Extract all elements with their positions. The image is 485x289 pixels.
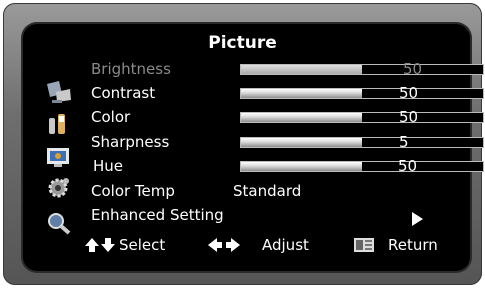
hue-label: Hue [93,157,124,175]
brightness-slider[interactable] [240,64,484,75]
gear-icon[interactable] [44,176,74,200]
color-value: 50 [399,108,419,126]
menu-key-icon [352,236,376,258]
adjust-hint: Adjust [262,236,309,254]
color-temp-value[interactable]: Standard [233,182,301,200]
return-hint: Return [388,236,438,254]
contrast-value: 50 [399,84,419,102]
contrast-slider[interactable] [240,88,484,99]
sharpness-slider[interactable] [240,137,484,148]
submenu-arrow-icon[interactable] [412,212,423,226]
footer-hints: Select Adjust Return [84,236,444,256]
sharpness-value: 5 [399,133,409,151]
magnifier-icon[interactable] [44,211,74,235]
color-slider[interactable] [240,112,484,123]
hue-slider[interactable] [240,161,484,172]
sharpness-slider-fill [241,138,362,147]
picture-icon[interactable] [44,80,74,104]
color-slider-fill [241,113,362,122]
sound-icon[interactable] [44,112,74,136]
hue-value: 50 [398,157,418,175]
contrast-label: Contrast [91,84,156,102]
brightness-label: Brightness [91,60,171,78]
sharpness-label: Sharpness [91,133,170,151]
menu-title: Picture [208,33,277,53]
up-down-arrow-icon [84,236,118,258]
hue-slider-fill [241,162,362,171]
color-label: Color [91,108,131,126]
tv-icon[interactable] [44,145,74,169]
color-temp-label: Color Temp [91,182,175,200]
contrast-slider-fill [241,89,362,98]
brightness-value: 50 [403,60,423,78]
left-right-arrow-icon [206,236,242,258]
enhanced-setting-label: Enhanced Setting [91,206,224,224]
brightness-slider-fill [241,65,362,74]
select-hint: Select [119,236,166,254]
